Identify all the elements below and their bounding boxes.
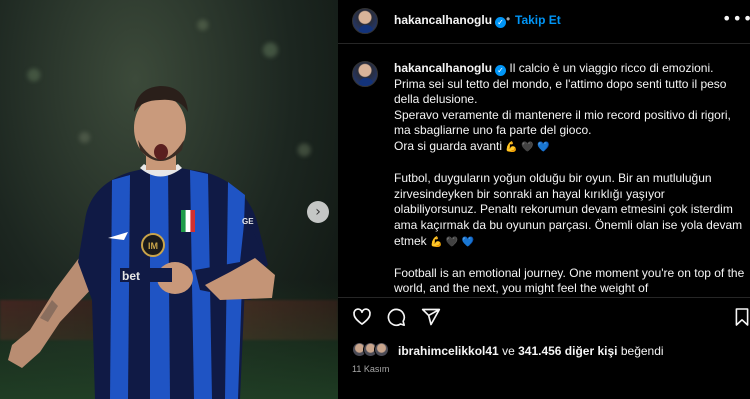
more-horizontal-icon[interactable]: ••• [722, 9, 750, 28]
likes-count[interactable]: 341.456 diğer kişi [518, 344, 617, 358]
post-photo[interactable]: IM bet GE › [0, 0, 338, 399]
caption-line: Prima sei sul tetto del mondo, e l'attim… [394, 76, 727, 107]
liker-username[interactable]: ibrahimcelikkol41 [398, 344, 499, 358]
caption-username[interactable]: hakancalhanoglu [394, 61, 492, 75]
verified-badge-icon: ✓ [495, 17, 507, 28]
caption-area[interactable]: hakancalhanoglu ✓ Il calcio è un viaggio … [338, 45, 750, 297]
caption-avatar[interactable] [352, 61, 378, 87]
caption-paragraph-english: Football is an emotional journey. One mo… [394, 266, 746, 297]
flexed-biceps-emoji: 💪 [430, 236, 443, 248]
post-side-panel: hakancalhanoglu✓ • Takip Et ••• hakancal… [338, 0, 750, 399]
post-header: hakancalhanoglu✓ • Takip Et ••• [338, 0, 750, 44]
header-username-text[interactable]: hakancalhanoglu [394, 13, 492, 27]
caption-paragraph-italian: hakancalhanoglu ✓ Il calcio è un viaggio … [394, 61, 746, 156]
caption-paragraph-turkish: Futbol, duyguların yoğun olduğu bir oyun… [394, 171, 746, 250]
svg-text:IM: IM [148, 241, 158, 251]
player-figure: IM bet GE [8, 86, 275, 399]
likes-row: ibrahimcelikkol41 ve 341.456 diğer kişi … [352, 342, 742, 360]
caption-text: hakancalhanoglu ✓ Il calcio è un viaggio … [394, 61, 746, 297]
header-username[interactable]: hakancalhanoglu ✓ [394, 13, 507, 28]
follow-button[interactable]: Takip Et [515, 13, 561, 27]
caption-verified-badge-icon: ✓ [495, 65, 507, 76]
black-heart-emoji: 🖤 [445, 236, 459, 248]
black-heart-emoji: 🖤 [521, 141, 534, 153]
bookmark-icon[interactable] [734, 307, 750, 327]
svg-text:GE: GE [242, 217, 254, 226]
likes-connector: ve [502, 344, 515, 358]
post-date[interactable]: 11 Kasım [352, 364, 389, 374]
flexed-biceps-emoji: 💪 [505, 141, 518, 153]
blue-heart-emoji: 💙 [537, 141, 550, 153]
share-icon[interactable] [421, 307, 441, 327]
caption-line: Il calcio è un viaggio ricco di emozioni… [509, 61, 714, 75]
comment-icon[interactable] [386, 307, 406, 327]
svg-text:bet: bet [122, 269, 140, 283]
next-photo-button[interactable]: › [307, 201, 329, 223]
blue-heart-emoji: 💙 [461, 236, 475, 248]
caption-line: Ora si guarda avanti [394, 138, 503, 153]
likes-text: ibrahimcelikkol41 ve 341.456 diğer kişi … [398, 344, 664, 358]
likes-suffix: beğendi [620, 344, 664, 358]
avatar[interactable] [352, 8, 378, 34]
header-separator: • [506, 12, 511, 26]
caption-line: Speravo veramente di mantenere il mio re… [394, 107, 731, 138]
liker-avatar[interactable] [374, 342, 389, 357]
post-actions: ibrahimcelikkol41 ve 341.456 diğer kişi … [338, 297, 750, 399]
caption-line: Football is an emotional journey. One mo… [394, 265, 745, 296]
heart-icon[interactable] [352, 307, 372, 327]
